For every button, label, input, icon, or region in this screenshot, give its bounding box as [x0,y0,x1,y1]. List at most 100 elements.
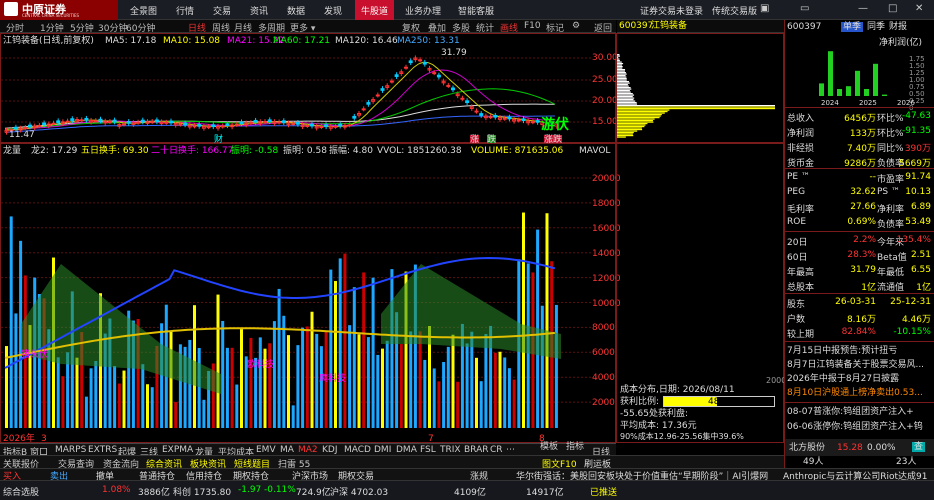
indicator-panel[interactable]: 龙量 龙2: 17.29 五日换手: 69.30 二十日换手: 166.77 振… [0,143,616,443]
cost-bar [617,84,628,85]
candle-body [80,120,83,121]
menu-niugudao[interactable]: 牛股道 [355,0,394,20]
volume-bar [358,334,361,428]
rp-ticker-tag[interactable]: 查 [912,442,925,452]
tab-more[interactable]: ⋯ [506,445,515,455]
volume-bar [311,312,314,428]
cost-bar [617,101,635,102]
tab-emv[interactable]: EMV [256,445,276,455]
rp-row[interactable]: PE ™ -- 市盈率 91.74 [785,170,934,185]
count-label[interactable]: 刷运板 [584,457,611,470]
volume-bar [546,213,549,428]
right-panel: 600397 单季 同季 财报 净利润(亿) 1.75 1.50 1.25 1.00 0… [784,20,934,480]
menu-data[interactable]: 数据 [287,4,305,17]
rp-row[interactable]: 总收入 6456万 环比% -47.63 [785,109,934,124]
rp-row[interactable]: 货币金 9286万 负债率 5669万 [785,154,934,169]
rp-event-2[interactable]: 06-06涨停你:钨组团资产注入+钨 [787,422,923,432]
cost-bar [617,114,662,115]
volume-bar [94,361,97,428]
tab-indicator[interactable]: 指标 [566,439,584,452]
kline-panel[interactable]: 江钨装备(日线,前复权) MA5: 17.18 MA10: 15.08 MA21… [0,33,616,143]
login-status[interactable]: 证券交易未登录 [640,4,703,17]
tab-extrs[interactable]: EXTRS [88,445,117,455]
rp-bar [846,86,851,96]
tab-trix[interactable]: TRIX [440,445,461,455]
rp-label-2: PS ™ [877,187,900,197]
rp-tab-yoy[interactable]: 同季 [867,22,885,32]
push-warning[interactable]: 已推送 [590,485,617,498]
menu-news[interactable]: 资讯 [250,4,268,17]
tab-dmi[interactable]: DMI [374,445,391,455]
volume-bar [268,343,271,428]
rp-news-3[interactable]: 2026年中报于8月27日披露 [787,374,899,384]
tab-kdj[interactable]: KDJ [322,445,338,455]
rp-row[interactable]: 非经损 7.40万 同比% 390万 [785,139,934,154]
rp-bar [828,51,833,96]
cost-bar [617,54,619,55]
tab-cr[interactable]: CR [490,445,503,455]
rp-news-4[interactable]: 8月10日沪股通上榜净卖出0.53... [787,388,923,398]
cost-bar [617,125,645,126]
tab-fsl[interactable]: FSL [420,445,436,455]
screener-label[interactable]: 综合选股 [3,485,39,498]
cost-bar [617,128,642,129]
profit-label: 获利比例: [620,397,659,407]
rp-ticker-price: 15.28 [837,443,863,453]
rp-label: 20日 [787,235,807,248]
menu-business[interactable]: 业务办理 [405,4,441,17]
rp-row[interactable]: 股东 26-03-31 25-12-31 [785,295,934,310]
restore-icon[interactable]: ▭ [800,3,809,14]
tool-settings-icon[interactable]: ⚙ [572,21,580,31]
page-label[interactable]: 图文F10 [542,457,577,470]
maximize-icon[interactable]: □ [888,3,897,14]
tool-f10[interactable]: F10 [524,21,541,31]
menu-service[interactable]: 智能客服 [458,4,494,17]
volume-bar [174,402,177,428]
menu-quotes[interactable]: 行情 [176,4,194,17]
rp-ticker[interactable]: 北方股份 15.28 0.00% 查 [785,439,934,456]
trade-version[interactable]: 传统交易版 [712,4,757,17]
rp-tab-quarter[interactable]: 单季 [841,22,863,32]
volume-bar [306,326,309,428]
cost-bar [617,65,622,66]
tab-expma[interactable]: EXPMA [162,445,193,455]
cost-bar [617,69,625,70]
tab-dma[interactable]: DMA [396,445,417,455]
tab-template[interactable]: 模板 [540,439,558,452]
rp-row[interactable]: ROE 0.69% 负债率 53.49 [785,215,934,230]
rp-row[interactable]: 户数 8.16万 4.46万 [785,310,934,325]
skin-icon[interactable]: ▣ [760,3,769,14]
tab-marps[interactable]: MARPS [55,445,86,455]
trade-status-bar: 买入 卖出 撤单 普通持仓 信用持仓 期权持仓 沪深市场 期权交易 涨规 华尔街… [0,468,934,480]
avg-cost: 平均成本: 17.36元 [620,421,697,431]
volume-bar [231,348,234,428]
menu-discover[interactable]: 发现 [324,4,342,17]
tab-ma[interactable]: MA [280,445,294,455]
function-tabs: 关联报价 交易查询 资金流向 综合资讯 板块资讯 短线题目 扫雷 55 [0,455,784,468]
rp-row[interactable]: 60日 28.3% Beta值 2.51 [785,248,934,263]
rp-row[interactable]: 总股本 1亿 流通值 1亿 [785,278,934,293]
minimize-icon[interactable]: — [858,3,868,14]
candle-body [480,114,483,116]
tab-ma2[interactable]: MA2 [298,445,318,455]
rp-tab-report[interactable]: 财报 [889,22,907,32]
rp-news-2[interactable]: 8月7日江钨装备关于股票交易风... [787,360,924,370]
rp-news-1[interactable]: 7月15日中报预告:预计扭亏 [787,346,897,356]
rp-event-1[interactable]: 08-07普涨你:钨组团资产注入+ [787,407,914,417]
tab-brar[interactable]: BRAR [464,445,488,455]
tab-macd[interactable]: MACD [344,445,371,455]
rp-count: 49人 [803,457,823,467]
close-icon[interactable]: ✕ [915,3,923,14]
rp-row[interactable]: 毛利率 27.66 净利率 6.89 [785,200,934,215]
menu-trade[interactable]: 交易 [213,4,231,17]
rp-row[interactable]: 净利润 133万 环比% -91.35 [785,124,934,139]
rp-row[interactable]: PEG 32.62 PS ™ 10.13 [785,185,934,200]
menu-panorama[interactable]: 全景图 [130,4,157,17]
cost-distribution-chart [616,33,784,143]
rp-row[interactable]: 20日 2.2% 今年来 135.4% [785,233,934,248]
candle-body [212,125,215,127]
cost-bar [617,68,622,69]
yaxis-25: 25.00 [592,75,618,85]
rp-row[interactable]: 年最高 31.79 年最低 6.55 [785,263,934,278]
rp-row[interactable]: 较上期 82.84% -10.15% [785,325,934,340]
